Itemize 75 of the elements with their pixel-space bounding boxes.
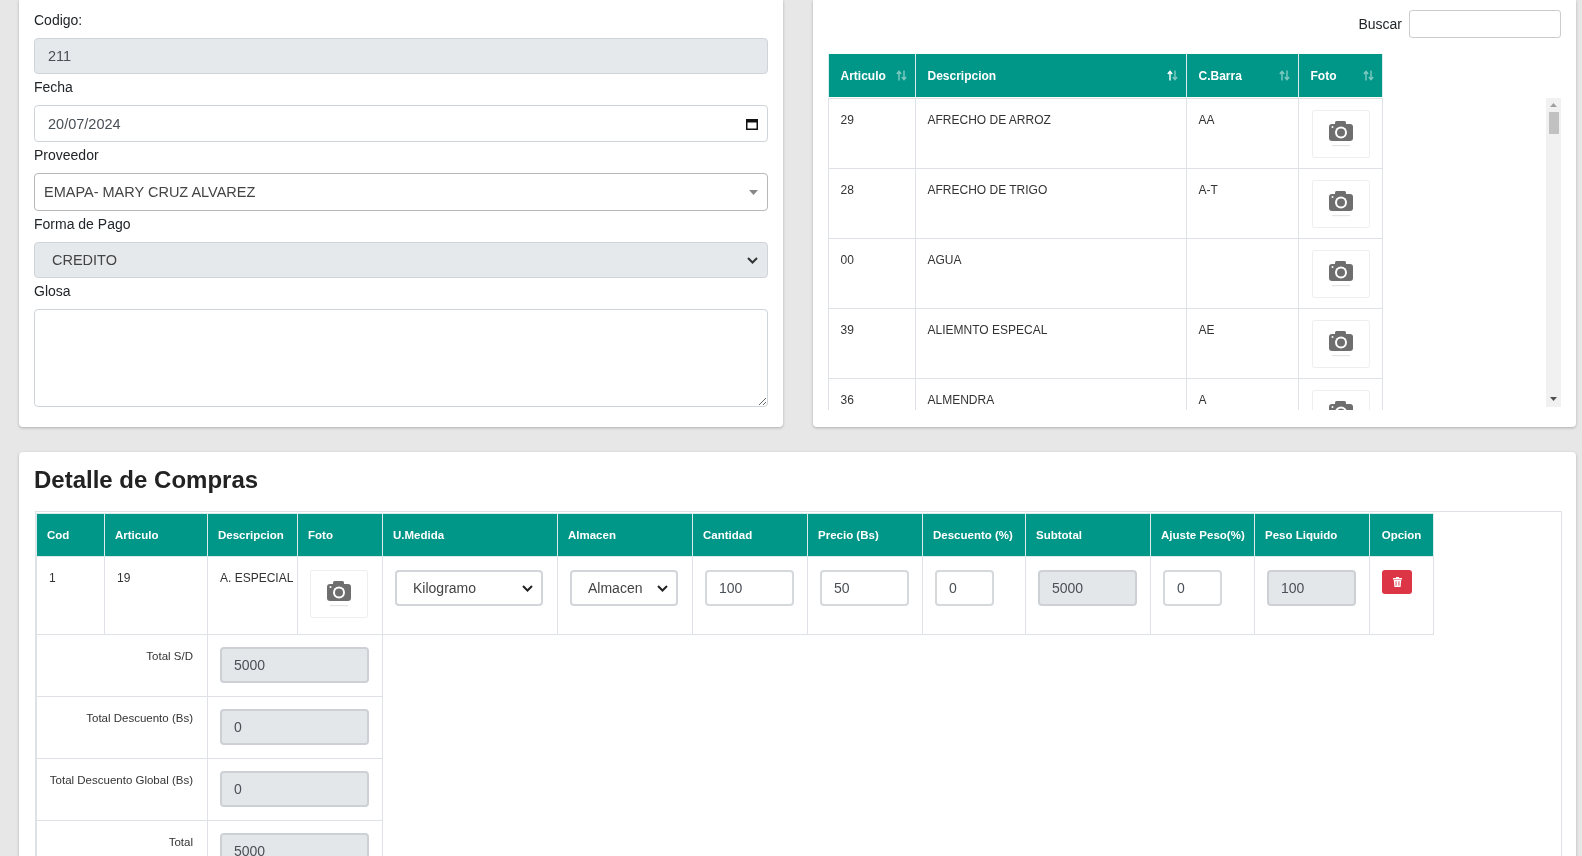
select-field[interactable]: EMAPA- MARY CRUZ ALVAREZ [34, 173, 768, 211]
search-label: Buscar [1358, 16, 1402, 32]
number-input[interactable]: 0 [1163, 570, 1222, 606]
column-header: Opcion [1369, 513, 1434, 557]
column-header[interactable]: Descripcion [915, 54, 1186, 97]
column-header: Foto [297, 513, 383, 557]
field-label: Glosa [34, 282, 72, 301]
scrollbar-thumb[interactable] [1548, 112, 1559, 134]
column-header: U.Medida [382, 513, 558, 557]
section-title: Detalle de Compras [34, 465, 259, 495]
column-header: Subtotal [1025, 513, 1151, 557]
column-header: Precio (Bs) [807, 513, 923, 557]
table-cell: AGUA [915, 238, 1186, 309]
select-field[interactable]: Almacen [570, 570, 678, 606]
total-label: Total Descuento Global (Bs) [36, 758, 208, 821]
field-label: Codigo: [34, 11, 84, 30]
column-header: Cod [36, 513, 105, 557]
delete-button[interactable] [1382, 570, 1412, 594]
calendar-icon [745, 117, 758, 130]
table-cell: AFRECHO DE TRIGO [915, 168, 1186, 239]
total-label: Total [36, 820, 208, 856]
scroll-down-icon[interactable] [1550, 397, 1557, 401]
number-input[interactable]: 100 [1267, 570, 1356, 606]
total-field[interactable]: 0 [220, 709, 369, 745]
table-cell: 1 [36, 556, 105, 635]
column-header[interactable]: Articulo [828, 54, 915, 97]
scrollbar[interactable] [1546, 98, 1561, 407]
number-input[interactable]: 100 [705, 570, 794, 606]
camera-placeholder-icon [1311, 320, 1370, 368]
column-header[interactable]: C.Barra [1186, 54, 1298, 97]
total-field[interactable]: 5000 [220, 833, 369, 856]
camera-placeholder-icon [310, 570, 368, 618]
total-label: Total Descuento (Bs) [36, 696, 208, 759]
trash-icon [1392, 577, 1402, 587]
table-cell: 29 [828, 98, 915, 169]
column-header: Descripcion [207, 513, 298, 557]
column-header[interactable]: Foto [1298, 54, 1382, 97]
total-field[interactable]: 5000 [220, 647, 369, 683]
number-input[interactable]: 50 [820, 570, 909, 606]
field-label: Forma de Pago [34, 215, 132, 234]
total-label: Total S/D [36, 634, 208, 697]
table-cell: AFRECHO DE ARROZ [915, 98, 1186, 169]
field-label: Fecha [34, 78, 74, 97]
date-field[interactable]: 20/07/2024 [34, 105, 768, 142]
scroll-up-icon[interactable] [1550, 103, 1557, 107]
column-header: Descuento (%) [922, 513, 1026, 557]
table-cell: A. ESPECIAL [207, 556, 298, 635]
field-label: Proveedor [34, 146, 100, 165]
table-cell: 19 [104, 556, 208, 635]
search-field[interactable] [1409, 10, 1561, 38]
number-input[interactable]: 0 [935, 570, 994, 606]
table-cell: A-T [1186, 168, 1298, 239]
camera-placeholder-icon [1311, 110, 1370, 158]
table-cell: AE [1186, 308, 1298, 379]
column-header: Peso Liquido [1254, 513, 1370, 557]
camera-placeholder-icon [1311, 180, 1370, 228]
select-field[interactable]: Kilogramo [395, 570, 543, 606]
column-header: Cantidad [692, 513, 808, 557]
column-header: Almacen [557, 513, 693, 557]
table-cell: ALIEMNTO ESPECAL [915, 308, 1186, 379]
chevron-down-icon [746, 256, 758, 264]
total-field[interactable]: 0 [220, 771, 369, 807]
table-cell: 36 [828, 378, 915, 410]
table-cell: AA [1186, 98, 1298, 169]
column-header: Ajuste Peso(%) [1150, 513, 1255, 557]
table-cell: 39 [828, 308, 915, 379]
textarea-field[interactable] [34, 309, 768, 407]
number-input[interactable]: 5000 [1038, 570, 1137, 606]
caret-down-icon [748, 189, 758, 195]
chevron-down-icon [657, 584, 668, 592]
table-cell: 28 [828, 168, 915, 239]
camera-placeholder-icon [1311, 250, 1370, 298]
chevron-down-icon [522, 584, 533, 592]
table-cell: 00 [828, 238, 915, 309]
column-header: Articulo [104, 513, 208, 557]
